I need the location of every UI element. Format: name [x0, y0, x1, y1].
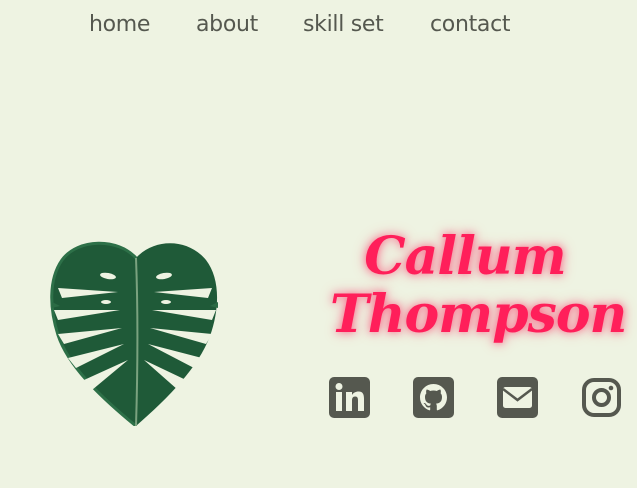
github-icon[interactable]: [413, 377, 454, 418]
nav-home-link[interactable]: home: [89, 10, 196, 40]
hero-name: Callum Thompson: [330, 226, 627, 345]
linkedin-icon[interactable]: [329, 377, 370, 418]
nav-skill-set-link[interactable]: skill set: [303, 10, 430, 40]
monstera-leaf-image: [48, 240, 222, 428]
nav-about-link[interactable]: about: [196, 10, 303, 40]
email-icon[interactable]: [497, 377, 538, 418]
main-nav: home about skill set contact: [89, 10, 530, 40]
instagram-icon[interactable]: [581, 377, 622, 418]
nav-contact-link[interactable]: contact: [430, 10, 530, 40]
hero-first-name: Callum: [364, 226, 566, 287]
social-links: [329, 377, 622, 418]
hero-last-name: Thompson: [330, 284, 627, 345]
